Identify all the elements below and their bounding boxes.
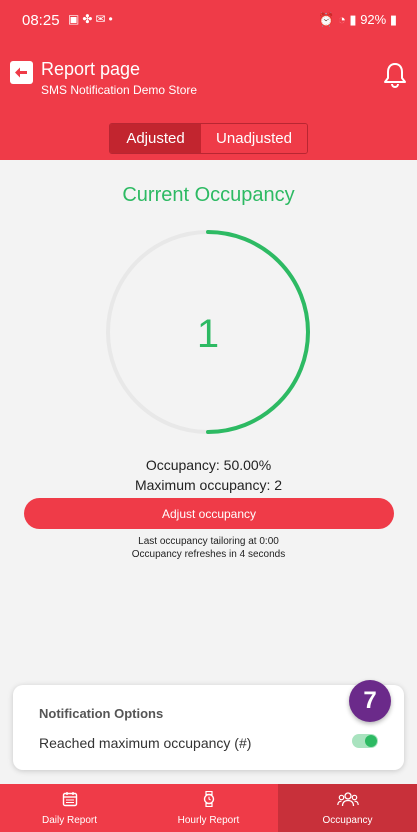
bottom-nav: Daily Report Hourly Report Occupancy [0,784,417,832]
notification-options-card: Notification Options Reached maximum occ… [13,685,404,770]
battery-percent: 92% [360,12,387,27]
occupancy-percent: Occupancy: 50.00% [145,457,272,473]
reached-max-label: Reached maximum occupancy (#) [39,735,252,751]
notification-count-badge[interactable]: 7 [349,680,391,722]
status-time: 08:25 [22,12,60,29]
people-icon [336,792,359,807]
reached-max-toggle[interactable] [352,734,378,748]
max-occupancy: Maximum occupancy: 2 [134,477,283,493]
nav-hourly-report[interactable]: Hourly Report [139,784,278,832]
last-tailoring-text: Last occupancy tailoring at 0:00 [138,536,279,547]
nav-daily-report[interactable]: Daily Report [0,784,139,832]
status-right: ⏰ ◔ ▮ 92% ▮ [318,12,397,28]
nav-occupancy[interactable]: Occupancy [278,784,417,832]
watch-icon [203,791,214,807]
toggle-knob [365,735,377,747]
calendar-icon [62,792,77,807]
adjustment-toggle: Adjusted Unadjusted [109,123,308,154]
occupancy-title: Current Occupancy [122,184,295,206]
nav-occupancy-label: Occupancy [322,815,373,826]
back-arrow-icon [15,67,27,78]
back-button[interactable] [10,61,33,84]
bell-icon[interactable] [383,62,407,88]
nav-daily-label: Daily Report [41,815,98,826]
tab-adjusted[interactable]: Adjusted [110,124,201,153]
status-bar: 08:25 ▣✤✉• ⏰ ◔ ▮ 92% ▮ [0,0,417,40]
app-header: Report page SMS Notification Demo Store … [0,40,417,160]
page-title: Report page [41,59,141,79]
notification-icons: ▣✤✉• [68,12,116,26]
battery-icon: ▮ [389,12,397,27]
tab-unadjusted[interactable]: Unadjusted [201,124,307,153]
store-name: SMS Notification Demo Store [41,83,198,97]
current-occupancy-value: 1 [196,312,220,356]
refresh-countdown-text: Occupancy refreshes in 4 seconds [131,549,286,560]
nav-hourly-label: Hourly Report [177,815,240,826]
system-icons: ⏰ ◔ ▮ [318,12,361,27]
adjust-occupancy-button[interactable]: Adjust occupancy [24,498,394,529]
notification-options-title: Notification Options [39,706,164,721]
